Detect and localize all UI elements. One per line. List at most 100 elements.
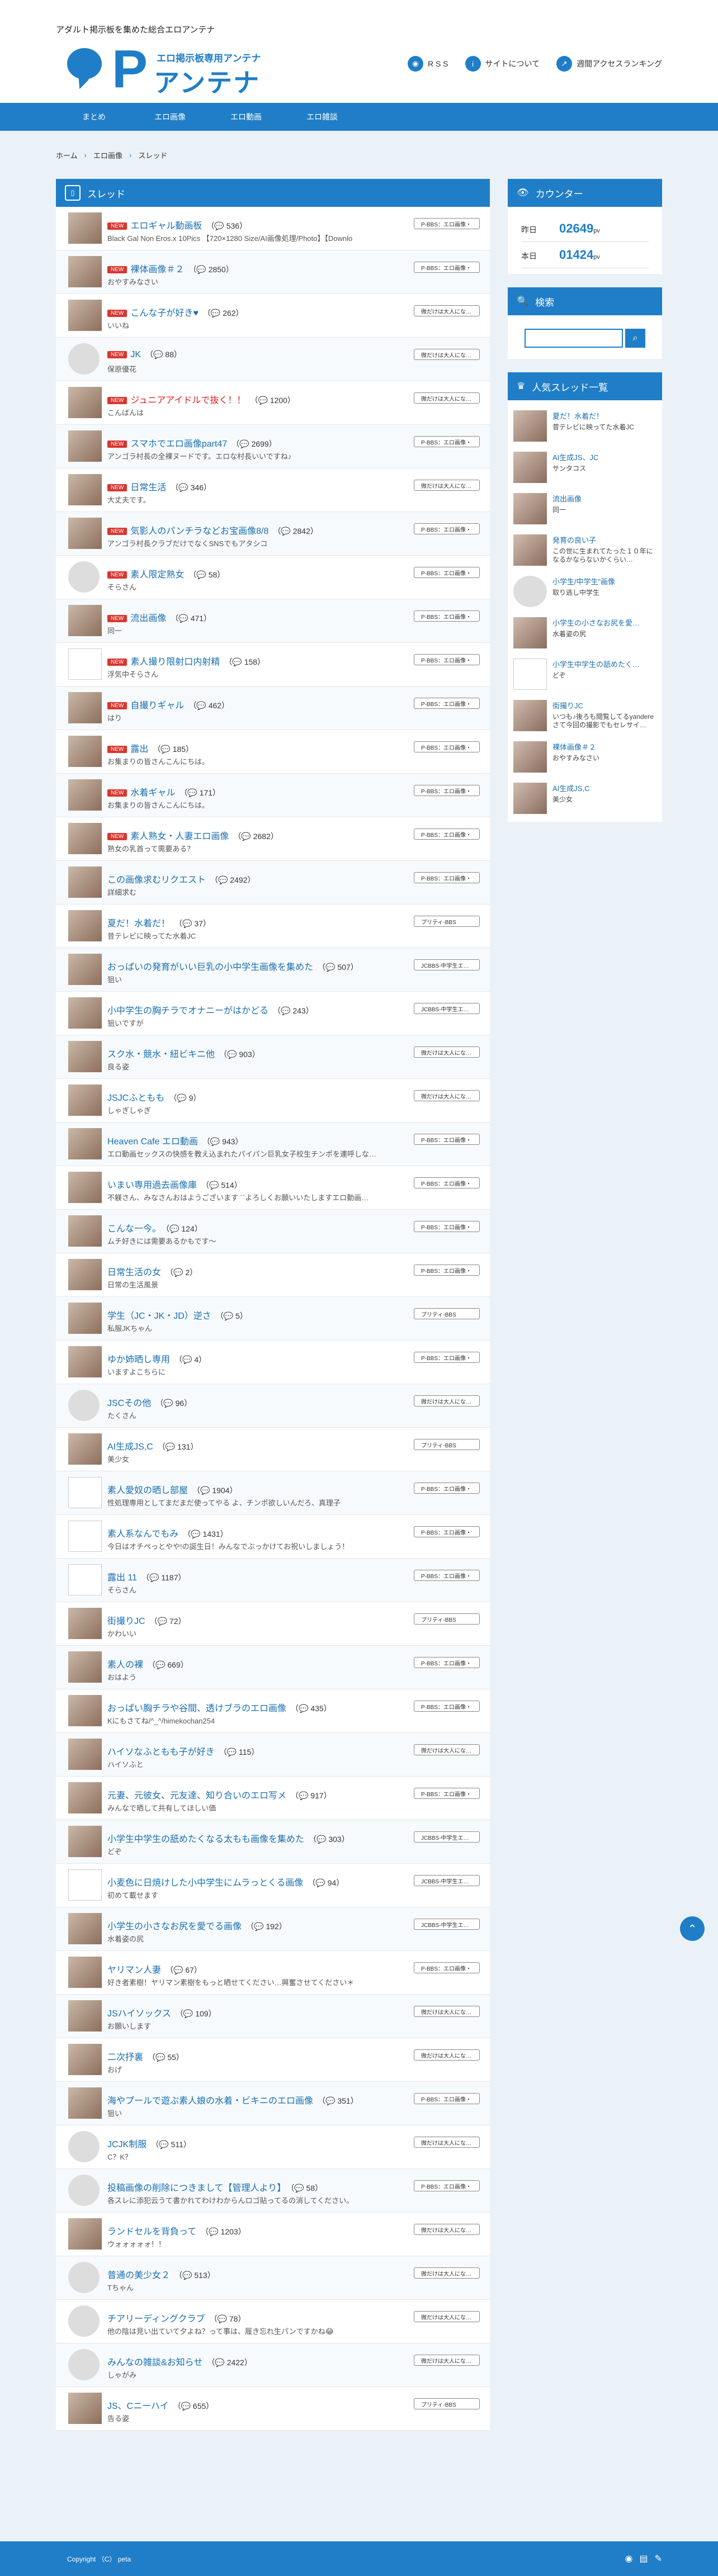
board-tag[interactable]: P-BBS：エロ画像・ — [414, 610, 480, 622]
thread-thumbnail[interactable] — [68, 1739, 102, 1770]
thread-thumbnail[interactable] — [68, 866, 102, 898]
board-tag[interactable]: 微だけは大人にな… — [414, 2006, 480, 2017]
thread-thumbnail[interactable] — [68, 1957, 102, 1988]
board-tag[interactable]: P-BBS：エロ画像・ — [414, 741, 480, 752]
thread-thumbnail[interactable] — [68, 1521, 102, 1552]
thread-thumbnail[interactable] — [68, 2305, 100, 2337]
thread-thumbnail[interactable] — [68, 387, 102, 418]
popular-item[interactable]: 流出画像 同一 — [513, 485, 656, 527]
board-tag[interactable]: JCBBS-中学生エ… — [414, 1003, 480, 1014]
thread-row[interactable]: 素人の裸 （💬 669） おはよう P-BBS：エロ画像・ — [56, 1646, 490, 1689]
popular-title[interactable]: 街撮りJC — [552, 700, 656, 711]
thread-thumbnail[interactable] — [68, 2175, 100, 2206]
thread-title[interactable]: 学生（JC・JK・JD）逆さ （💬 5） — [107, 1308, 248, 1322]
board-tag[interactable]: プリティ-BBS — [414, 916, 480, 927]
rss-icon[interactable]: ◉ — [625, 2553, 633, 2564]
thread-title[interactable]: スク水・競水・紐ビキニ他 （💬 903） — [107, 1046, 260, 1060]
thread-thumbnail[interactable] — [68, 1869, 102, 1901]
thread-thumbnail[interactable] — [68, 1172, 102, 1203]
board-tag[interactable]: P-BBS：エロ画像・ — [414, 1657, 480, 1668]
thread-thumbnail[interactable] — [68, 212, 102, 244]
thread-row[interactable]: NEW 水着ギャル （💬 171） お集まりの皆さんこんにちは。 P-BBS：エロ画像・ — [56, 774, 490, 817]
thread-row[interactable]: おっぱいの発育がいい巨乳の小中学生画像を集めた （💬 507） 狙い JCBBS-中学… — [56, 948, 490, 992]
board-tag[interactable]: P-BBS：エロ画像・ — [414, 218, 480, 229]
thread-title[interactable]: 露出 11 （💬 1187） — [107, 1570, 186, 1583]
board-tag[interactable]: 微だけは大人にな… — [414, 2224, 480, 2235]
breadcrumb-home[interactable]: ホーム — [56, 150, 78, 160]
thread-row[interactable]: AI生成JS,C （💬 131） 美少女 プリティ-BBS — [56, 1428, 490, 1471]
thread-thumbnail[interactable] — [68, 1128, 102, 1159]
thread-row[interactable]: 小中学生の胸チラでオナニーがはかどる （💬 243） 狙いですが JCBBS-中学生エ… — [56, 992, 490, 1035]
thread-thumbnail[interactable] — [68, 2087, 102, 2119]
thread-title[interactable]: JSハイソックス （💬 109） — [107, 2006, 216, 2019]
thread-row[interactable]: NEW こんな子が好き♥ （💬 262） いいね 微だけは大人にな… — [56, 294, 490, 338]
thread-title[interactable]: いまい専用過去画像庫 （💬 514） — [107, 1177, 242, 1191]
feed-icon[interactable]: ▤ — [639, 2553, 648, 2564]
board-tag[interactable]: JCBBS-中学生エ… — [414, 1919, 480, 1930]
board-tag[interactable]: P-BBS：エロ画像・ — [414, 698, 480, 709]
thread-thumbnail[interactable] — [68, 256, 102, 287]
thread-thumbnail[interactable] — [68, 1651, 102, 1683]
thread-row[interactable]: ヤリマン人妻 （💬 67） 好き者素樹！ヤリマン素樹をもっと晒せてください…興奮させ… — [56, 1951, 490, 1995]
nav-item-videos[interactable]: エロ動画 — [208, 103, 284, 131]
bookmark-icon[interactable]: ✎ — [655, 2553, 662, 2564]
thread-title[interactable]: 小学生中学生の舐めたくなる太もも画像を集めた （💬 303） — [107, 1831, 349, 1845]
thread-row[interactable]: 普通の美少女２ （💬 513） Tちゃん 微だけは大人にな… — [56, 2256, 490, 2300]
thread-thumbnail[interactable] — [68, 648, 102, 680]
thread-row[interactable]: 小学生中学生の舐めたくなる太もも画像を集めた （💬 303） どぞ JCBBS-中学生… — [56, 1820, 490, 1864]
thread-title[interactable]: NEW こんな子が好き♥ （💬 262） — [107, 305, 244, 319]
thread-row[interactable]: 小学生の小さなお尻を愛でる画像 （💬 192） 水着姿の尻 JCBBS-中学生エ… — [56, 1907, 490, 1951]
thread-row[interactable]: 小麦色に日焼けした小中学生にムラっとくる画像 （💬 94） 初めて載せます JCBBS… — [56, 1864, 490, 1907]
board-tag[interactable]: JCBBS-中学生エ… — [414, 1831, 480, 1843]
rss-link[interactable]: ◉ R S S — [407, 56, 448, 72]
thread-row[interactable]: 海やプールで遊ぶ素人娘の水着・ビキニのエロ画像 （💬 351） 狙い P-BBS：エロ… — [56, 2082, 490, 2125]
thread-title[interactable]: NEW 素人熟女・人妻エロ画像 （💬 2682） — [107, 828, 278, 842]
thread-title[interactable]: 元妻、元彼女、元友達、知り合いのエロ写メ （💬 917） — [107, 1788, 332, 1801]
thread-title[interactable]: 海やプールで遊ぶ素人娘の水着・ビキニのエロ画像 （💬 351） — [107, 2093, 358, 2106]
board-tag[interactable]: P-BBS：エロ画像・ — [414, 1788, 480, 1799]
thread-row[interactable]: 学生（JC・JK・JD）逆さ （💬 5） 私服JKちゃん プリティ-BBS — [56, 1297, 490, 1341]
thread-title[interactable]: 素人の裸 （💬 669） — [107, 1657, 188, 1670]
thread-title[interactable]: 小麦色に日焼けした小中学生にムラっとくる画像 （💬 94） — [107, 1875, 344, 1888]
thread-row[interactable]: NEW 自撮りギャル （💬 462） はり P-BBS：エロ画像・ — [56, 686, 490, 730]
thread-title[interactable]: おっぱいの発育がいい巨乳の小中学生画像を集めた （💬 507） — [107, 959, 358, 973]
popular-item[interactable]: AI生成JS、JC サンタコス — [513, 444, 656, 485]
thread-title[interactable]: 普通の美少女２ （💬 513） — [107, 2267, 215, 2281]
board-tag[interactable]: プリティ-BBS — [414, 1439, 480, 1450]
thread-row[interactable]: NEW 露出 （💬 185） お集まりの皆さんこんにちは。 P-BBS：エロ画像・ — [56, 730, 490, 774]
thread-row[interactable]: JSCその他 （💬 96） たくさん 微だけは大人にな… — [56, 1384, 490, 1428]
thread-thumbnail[interactable] — [68, 1259, 102, 1290]
thread-thumbnail[interactable] — [68, 430, 102, 462]
ranking-link[interactable]: ↗ 週間アクセスランキング — [556, 56, 662, 72]
thread-row[interactable]: JSハイソックス （💬 109） お願いします 微だけは大人にな… — [56, 1995, 490, 2038]
thread-row[interactable]: ハイソなふともも子が好き （💬 115） ハイソふと 微だけは大人にな… — [56, 1733, 490, 1777]
popular-item[interactable]: 小学生中学生の舐めたく… どぞ — [513, 651, 656, 692]
thread-row[interactable]: JSJCふともも （💬 9） しゃぎしゃぎ 微だけは大人にな… — [56, 1079, 490, 1123]
thread-title[interactable]: ヤリマン人妻 （💬 67） — [107, 1962, 202, 1976]
thread-title[interactable]: NEW JK （💬 88） — [107, 349, 182, 360]
thread-thumbnail[interactable] — [68, 1390, 100, 1421]
popular-item[interactable]: 夏だ！水着だ！ 昔テレビに映ってた水着JC — [513, 402, 656, 444]
board-tag[interactable]: P-BBS：エロ画像・ — [414, 262, 480, 273]
nav-item-chat[interactable]: エロ雑談 — [284, 103, 360, 131]
thread-row[interactable]: チアリーディングクラブ （💬 78） 他の陰は見い出ていて夕よね？って事は、履き忘れ… — [56, 2300, 490, 2343]
thread-row[interactable]: 日常生活の女 （💬 2） 日常の生活風景 P-BBS：エロ画像・ — [56, 1253, 490, 1297]
board-tag[interactable]: 微だけは大人にな… — [414, 480, 480, 491]
thread-row[interactable]: スク水・競水・紐ビキニ他 （💬 903） 良る姿 微だけは大人にな… — [56, 1035, 490, 1079]
thread-title[interactable]: JSJCふともも （💬 9） — [107, 1090, 201, 1104]
thread-row[interactable]: 元妻、元彼女、元友達、知り合いのエロ写メ （💬 917） みんなで晒して共有してほし… — [56, 1777, 490, 1820]
thread-title[interactable]: NEW 裸体画像＃２ （💬 2850） — [107, 262, 234, 275]
board-tag[interactable]: P-BBS：エロ画像・ — [414, 2093, 480, 2104]
nav-item-matome[interactable]: まとめ — [56, 103, 132, 131]
board-tag[interactable]: P-BBS：エロ画像・ — [414, 1483, 480, 1494]
board-tag[interactable]: 微だけは大人にな… — [414, 349, 480, 360]
thread-title[interactable]: ハイソなふともも子が好き （💬 115） — [107, 1744, 259, 1758]
board-tag[interactable]: P-BBS：エロ画像・ — [414, 1570, 480, 1581]
board-tag[interactable]: P-BBS：エロ画像・ — [414, 872, 480, 883]
thread-thumbnail[interactable] — [68, 605, 102, 636]
thread-row[interactable]: JS、Cニーハイ （💬 655） 告る姿 プリティ-BBS — [56, 2387, 490, 2431]
popular-item[interactable]: 発育の良い子 この世に生まれてたった１０年になるかならないかくらい… — [513, 527, 656, 568]
thread-row[interactable]: NEW 気影人のパンチラなどお宝画像8/8 （💬 2842） アンゴラ村長クラブだけで… — [56, 512, 490, 556]
thread-thumbnail[interactable] — [68, 1346, 102, 1377]
thread-row[interactable]: JCJK制服 （💬 511） C？K？ 微だけは大人にな… — [56, 2125, 490, 2169]
